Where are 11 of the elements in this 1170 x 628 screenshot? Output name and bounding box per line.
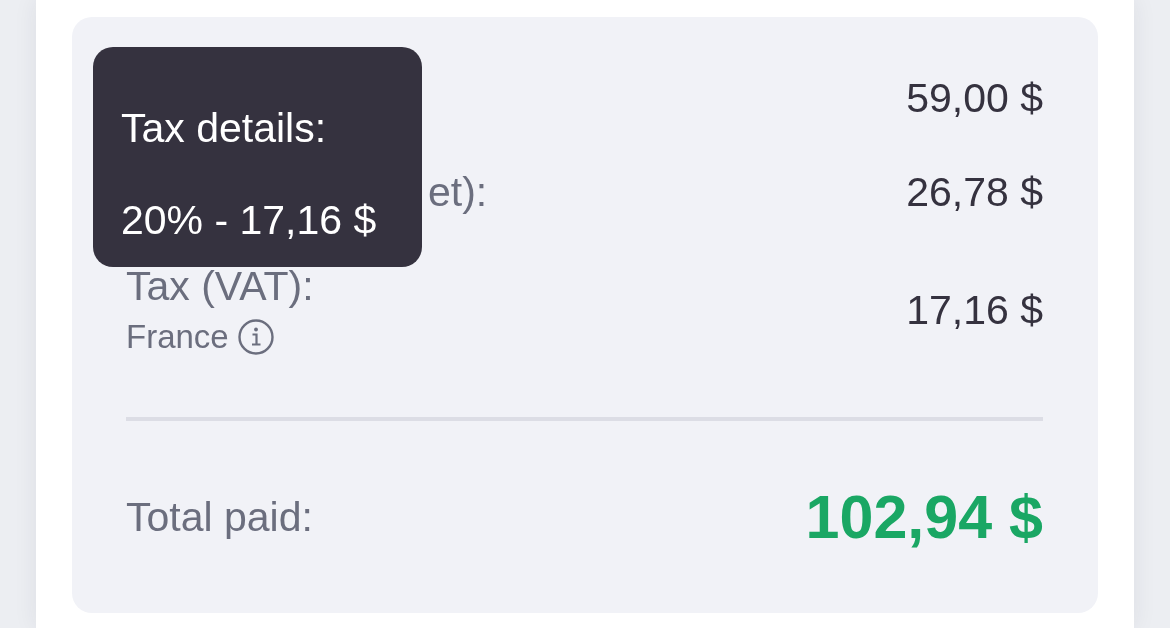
amount-value: 26,78 $ — [906, 169, 1043, 215]
row-note: France — [126, 317, 229, 357]
amount-value: 59,00 $ — [906, 75, 1043, 121]
row-label: et): — [428, 169, 488, 215]
tooltip-text: Tax details: — [121, 105, 327, 151]
total-label: Total paid: — [126, 494, 313, 540]
row-label: Tax (VAT): — [126, 263, 314, 309]
tooltip-text: 20% - 17,16 $ — [121, 197, 377, 243]
info-icon[interactable] — [237, 319, 274, 355]
total-value: 102,94 $ — [805, 482, 1043, 552]
amount-value: 17,16 $ — [906, 287, 1043, 333]
